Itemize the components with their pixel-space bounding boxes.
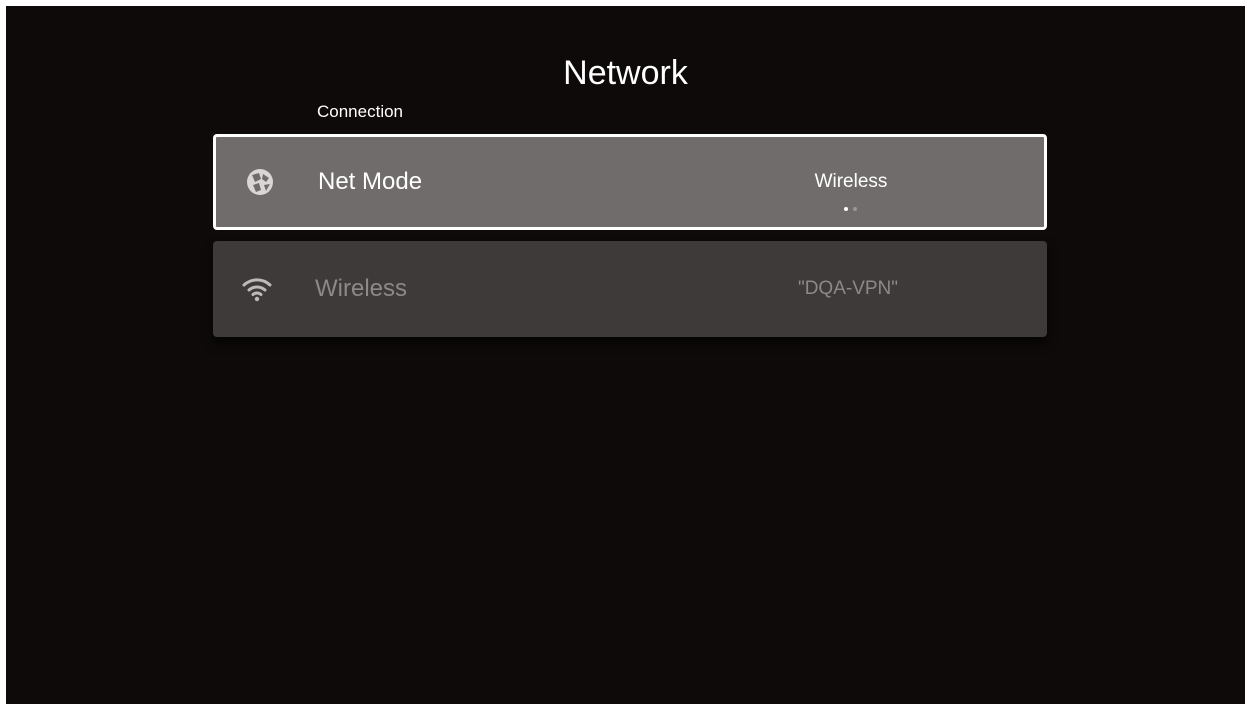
net-mode-row[interactable]: Net Mode Wireless [213, 134, 1047, 230]
globe-icon [244, 166, 276, 198]
net-mode-value[interactable]: Wireless [776, 171, 926, 193]
wireless-network-value: "DQA-VPN" [797, 278, 899, 299]
wireless-label: Wireless [315, 275, 408, 302]
wifi-icon [241, 273, 273, 305]
option-dot [853, 207, 857, 211]
option-dot-active [844, 207, 848, 211]
section-label-connection: Connection [317, 102, 404, 121]
net-mode-label: Net Mode [318, 168, 423, 195]
page-title: Network [563, 54, 688, 92]
wireless-row[interactable]: Wireless "DQA-VPN" [213, 241, 1047, 337]
tv-settings-screen: Network Connection Net Mode Wireless Wir… [6, 6, 1245, 704]
option-indicator [844, 207, 857, 211]
